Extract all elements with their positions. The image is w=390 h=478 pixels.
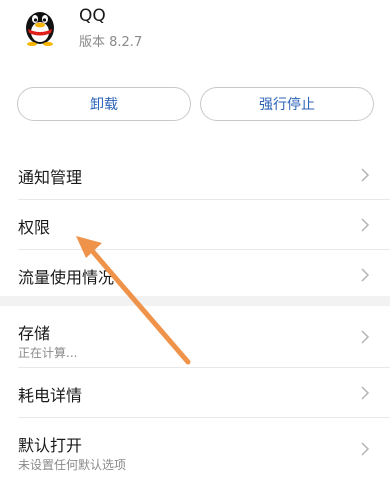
item-label: 权限: [18, 218, 51, 237]
item-storage[interactable]: 存储 正在计算...: [0, 306, 390, 368]
chevron-right-icon: [361, 268, 370, 282]
qq-penguin-icon: [26, 12, 54, 46]
section-gap: [0, 296, 390, 306]
item-data-usage[interactable]: 流量使用情况: [0, 250, 390, 300]
app-version: 版本 8.2.7: [79, 35, 143, 50]
chevron-right-icon: [361, 168, 370, 182]
settings-list-primary: 通知管理 权限 流量使用情况: [0, 150, 390, 300]
item-label: 默认打开: [18, 436, 83, 455]
force-stop-button[interactable]: 强行停止: [200, 87, 374, 121]
item-label: 通知管理: [18, 168, 83, 187]
app-header: QQ 版本 8.2.7: [0, 0, 390, 70]
settings-list-secondary: 存储 正在计算... 耗电详情 默认打开 未设置任何默认选项: [0, 306, 390, 478]
item-subtitle: 正在计算...: [18, 346, 78, 360]
item-notification-management[interactable]: 通知管理: [0, 150, 390, 200]
item-subtitle: 未设置任何默认选项: [18, 458, 127, 472]
item-open-by-default[interactable]: 默认打开 未设置任何默认选项: [0, 418, 390, 478]
item-label: 存储: [18, 324, 51, 343]
app-name: QQ: [79, 6, 106, 26]
chevron-right-icon: [361, 330, 370, 344]
chevron-right-icon: [361, 386, 370, 400]
item-permissions[interactable]: 权限: [0, 200, 390, 250]
item-battery-details[interactable]: 耗电详情: [0, 368, 390, 418]
item-label: 流量使用情况: [18, 268, 115, 287]
chevron-right-icon: [361, 442, 370, 456]
item-label: 耗电详情: [18, 386, 83, 405]
chevron-right-icon: [361, 218, 370, 232]
uninstall-button[interactable]: 卸载: [17, 87, 191, 121]
